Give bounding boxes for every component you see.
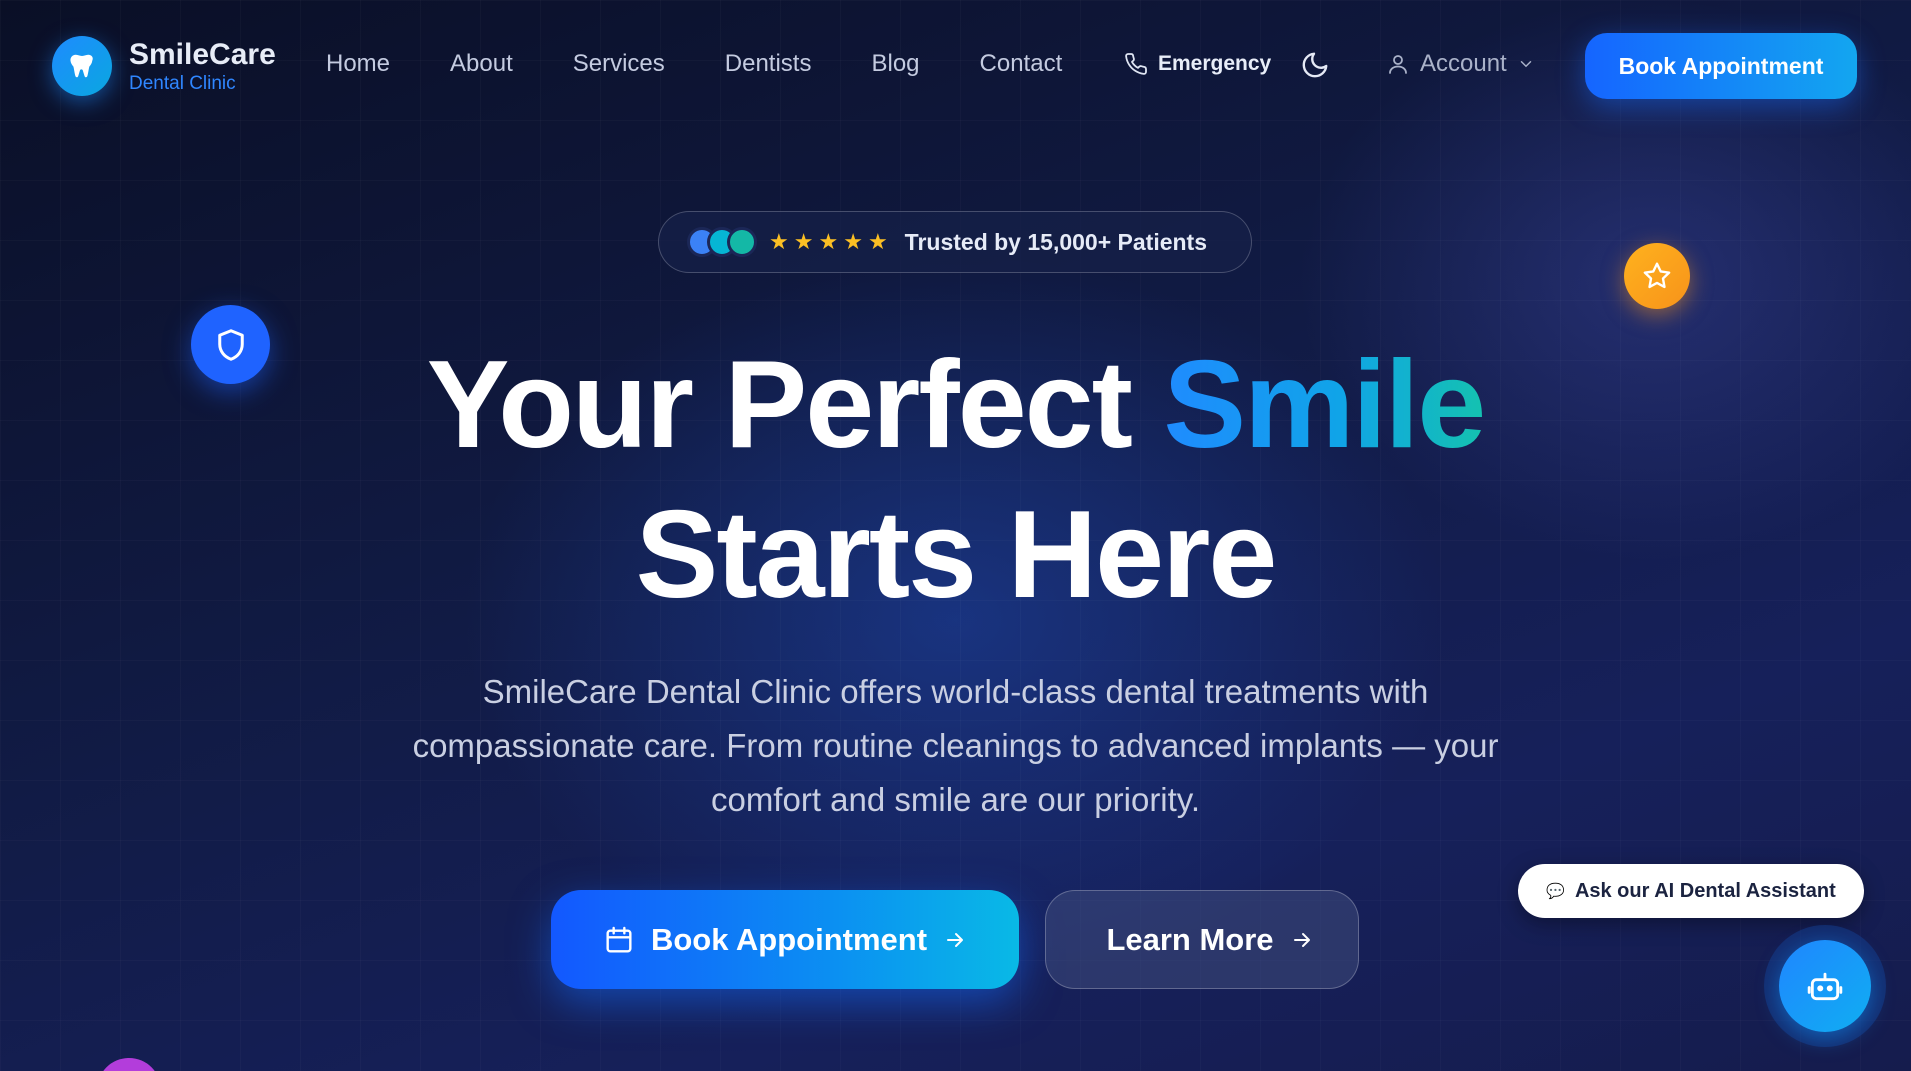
chat-bubble-icon: 💬 <box>1546 883 1565 900</box>
brand-name: SmileCare <box>129 37 276 71</box>
robot-icon <box>1807 972 1843 1001</box>
nav-link-blog[interactable]: Blog <box>871 50 919 78</box>
star-rating-icon: ★ <box>867 229 888 254</box>
main-menu: Home About Services Dentists Blog Contac… <box>326 50 1122 78</box>
emergency-label: Emergency <box>1158 52 1272 75</box>
tooth-icon <box>52 36 112 96</box>
ai-assistant-prompt[interactable]: 💬 Ask our AI Dental Assistant <box>1518 864 1864 918</box>
learn-more-button[interactable]: Learn More <box>1045 890 1359 989</box>
arrow-right-icon <box>1293 932 1310 947</box>
brand-subtitle: Dental Clinic <box>129 72 236 94</box>
ai-assistant-button[interactable] <box>1779 940 1871 1032</box>
ai-assistant-launcher[interactable] <box>1764 925 1886 1047</box>
trust-badge: ★ ★ ★ ★ ★ Trusted by 15,000+ Patients <box>658 211 1252 273</box>
hero-description: SmileCare Dental Clinic offers world-cla… <box>412 673 1499 818</box>
brand-logo[interactable]: SmileCare Dental Clinic <box>52 36 276 96</box>
account-label: Account <box>1420 50 1507 77</box>
star-rating-icon: ★ <box>818 229 839 254</box>
phone-icon <box>1125 53 1147 75</box>
nav-book-appointment-button[interactable]: Book Appointment <box>1585 33 1857 99</box>
nav-link-about[interactable]: About <box>450 50 513 78</box>
star-rating-icon: ★ <box>793 229 814 254</box>
chevron-down-icon <box>1520 61 1531 68</box>
hero-title-line2: Starts Here <box>635 486 1278 624</box>
learn-more-label: Learn More <box>1106 921 1274 957</box>
theme-toggle[interactable] <box>1300 50 1330 85</box>
ai-assistant-prompt-text: Ask our AI Dental Assistant <box>1574 879 1836 902</box>
patient-avatars <box>687 227 757 257</box>
hero-title-accent: Smile <box>1163 336 1486 474</box>
account-menu[interactable]: Account <box>1386 50 1535 78</box>
hero-title: Your Perfect Smile Starts Here <box>0 330 1911 630</box>
trust-text: Trusted by 15,000+ Patients <box>904 228 1208 255</box>
top-navigation: SmileCare Dental Clinic Home About Servi… <box>0 0 1911 132</box>
user-icon <box>1389 55 1407 74</box>
star-rating-icon: ★ <box>843 229 863 254</box>
book-appointment-label: Book Appointment <box>650 921 928 957</box>
avatar <box>727 227 757 257</box>
nav-link-dentists[interactable]: Dentists <box>725 50 812 78</box>
nav-link-home[interactable]: Home <box>326 50 390 78</box>
nav-link-services[interactable]: Services <box>573 50 665 78</box>
calendar-icon <box>606 926 632 953</box>
rating-stars: ★ ★ ★ ★ ★ <box>769 229 893 255</box>
star-icon <box>1624 243 1690 309</box>
book-appointment-button[interactable]: Book Appointment <box>551 890 1019 989</box>
hero-title-plain: Your Perfect <box>426 336 1133 474</box>
nav-link-contact[interactable]: Contact <box>980 50 1063 78</box>
star-rating-icon: ★ <box>769 229 789 254</box>
emergency-link[interactable]: Emergency <box>1124 52 1271 76</box>
arrow-right-icon <box>947 932 964 947</box>
moon-icon <box>1302 52 1328 78</box>
